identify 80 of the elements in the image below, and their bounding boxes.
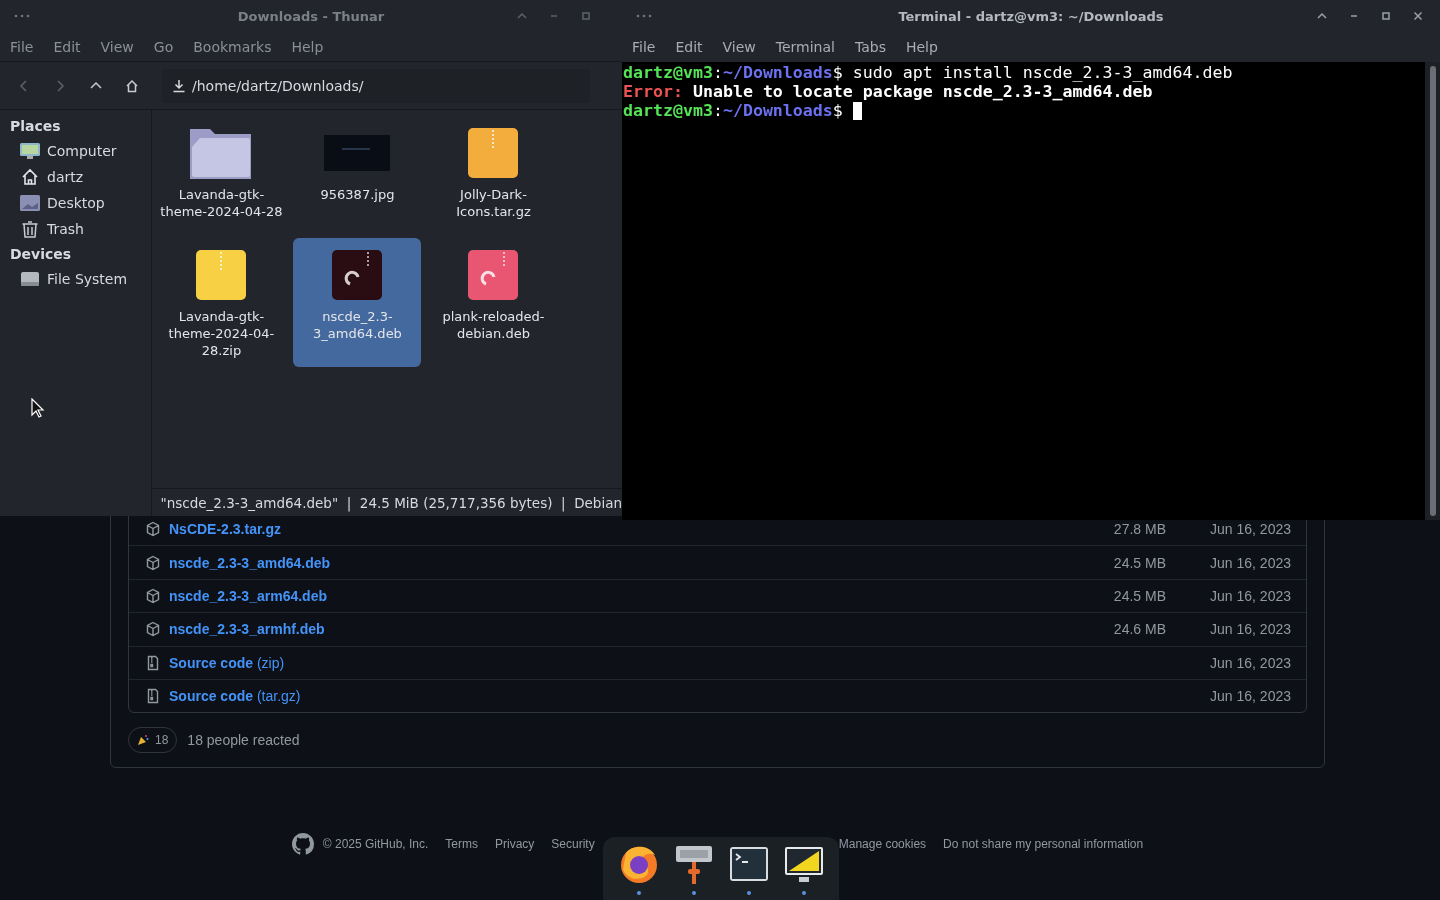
menu-item[interactable]: File (624, 39, 664, 55)
footer-link[interactable]: Do not share my personal information (943, 837, 1144, 852)
sidebar-heading: Devices (9, 245, 73, 264)
more-icon[interactable] (14, 14, 30, 18)
sidebar-item[interactable]: Desktop (0, 190, 152, 216)
download-icon (172, 78, 186, 93)
location-field[interactable]: /home/dartz/Downloads/ (162, 68, 590, 103)
asset-date: Jun 16, 2023 (1209, 520, 1291, 537)
more-icon[interactable] (636, 14, 652, 18)
menu-item[interactable]: Tabs (846, 39, 894, 55)
window-title: Terminal - dartz@vm3: ~/Downloads (898, 8, 1164, 24)
footer-link[interactable]: Manage cookies (838, 837, 927, 852)
reaction-summary: 18 people reacted (187, 732, 300, 749)
file-tile[interactable]: Lavanda-gtk-theme-2024-04-28 (157, 116, 286, 236)
package-file-icon (332, 250, 383, 300)
asset-date: Jun 16, 2023 (1209, 554, 1291, 571)
file-tile[interactable]: 956387.jpg (293, 116, 422, 236)
file-tile[interactable]: nscde_2.3-3_amd64.deb (293, 238, 422, 367)
asset-date: Jun 16, 2023 (1209, 621, 1291, 638)
menu-item[interactable]: File (2, 38, 42, 55)
asset-link[interactable]: Source code (tar.gz) (169, 688, 301, 705)
file-tile[interactable]: Jolly-Dark-Icons.tar.gz (429, 116, 558, 236)
asset-size: 24.5 MB (1112, 587, 1166, 604)
asset-date: Jun 16, 2023 (1209, 688, 1291, 705)
package-icon (145, 554, 161, 571)
package-icon (145, 520, 161, 537)
asset-date: Jun 16, 2023 (1209, 654, 1291, 671)
sidebar-item[interactable]: Trash (0, 216, 152, 242)
zip-archive-icon (196, 250, 247, 300)
maximize-icon (579, 9, 593, 23)
asset-size: 27.8 MB (1112, 520, 1166, 537)
sidebar-heading: Places (9, 117, 62, 136)
sidebar-item[interactable]: Computer (0, 138, 152, 164)
menu-item[interactable]: Help (283, 38, 332, 55)
asset-link[interactable]: nscde_2.3-3_amd64.deb (169, 554, 331, 571)
close-icon (1411, 9, 1425, 23)
terminal-line: Error: Unable to locate package nscde_2.3-3_amd64.deb (623, 82, 1154, 101)
package-file-icon (468, 250, 519, 300)
menu-item[interactable]: Edit (45, 38, 89, 55)
menu-item[interactable]: View (714, 39, 764, 55)
menu-item[interactable]: View (92, 38, 142, 55)
file-zip-icon (145, 688, 161, 705)
asset-link[interactable]: nscde_2.3-3_armhf.deb (169, 621, 325, 638)
asset-size: 24.5 MB (1112, 554, 1166, 571)
package-icon (145, 621, 161, 638)
sidebar-item[interactable]: dartz (0, 164, 152, 190)
desktop-icon (19, 193, 41, 213)
menu-item[interactable]: Go (145, 38, 182, 55)
file-tile[interactable]: plank-reloaded-debian.deb (429, 238, 558, 367)
maximize-icon (1379, 9, 1393, 23)
footer-link[interactable]: Terms (445, 837, 478, 852)
status-text: "nscde_2.3-3_amd64.deb" | 24.5 MiB (25,717,356 bytes) | Debian (160, 494, 622, 511)
drive-icon (19, 269, 41, 289)
asset-date: Jun 16, 2023 (1209, 587, 1291, 604)
menu-item[interactable]: Edit (667, 39, 711, 55)
github-logo-icon (291, 833, 314, 856)
package-icon (145, 587, 161, 604)
file-tile[interactable]: Lavanda-gtk-theme-2024-04-28.zip (157, 238, 286, 367)
terminal-line: dartz@vm3:~/Downloads$ (623, 101, 1425, 120)
home-icon (125, 78, 139, 93)
menu-item[interactable]: Bookmarks (185, 38, 280, 55)
window-title: Downloads - Thunar (237, 8, 385, 24)
footer-link[interactable]: Security (551, 837, 595, 852)
scrollbar[interactable] (1425, 62, 1440, 520)
menu-item[interactable]: Terminal (767, 39, 843, 55)
file-zip-icon (145, 654, 161, 671)
asset-size: 24.6 MB (1112, 621, 1166, 638)
zip-archive-icon (468, 128, 519, 178)
monitor-icon (19, 141, 41, 161)
copyright-text: © 2025 GitHub, Inc. (322, 837, 429, 852)
menu-item[interactable]: Help (897, 39, 946, 55)
asset-link[interactable]: NsCDE-2.3.tar.gz (169, 520, 282, 537)
sidebar-item[interactable]: File System (0, 266, 152, 292)
mouse-pointer-icon (31, 398, 45, 418)
terminal-line: dartz@vm3:~/Downloads$ sudo apt install nscde_2.3-3_amd64.deb (623, 63, 1234, 82)
footer-link[interactable]: Privacy (495, 837, 535, 852)
asset-link[interactable]: nscde_2.3-3_arm64.deb (169, 587, 327, 604)
asset-link[interactable]: Source code (zip) (169, 654, 285, 671)
image-thumbnail-icon (324, 135, 391, 171)
party-popper-icon (137, 734, 149, 747)
